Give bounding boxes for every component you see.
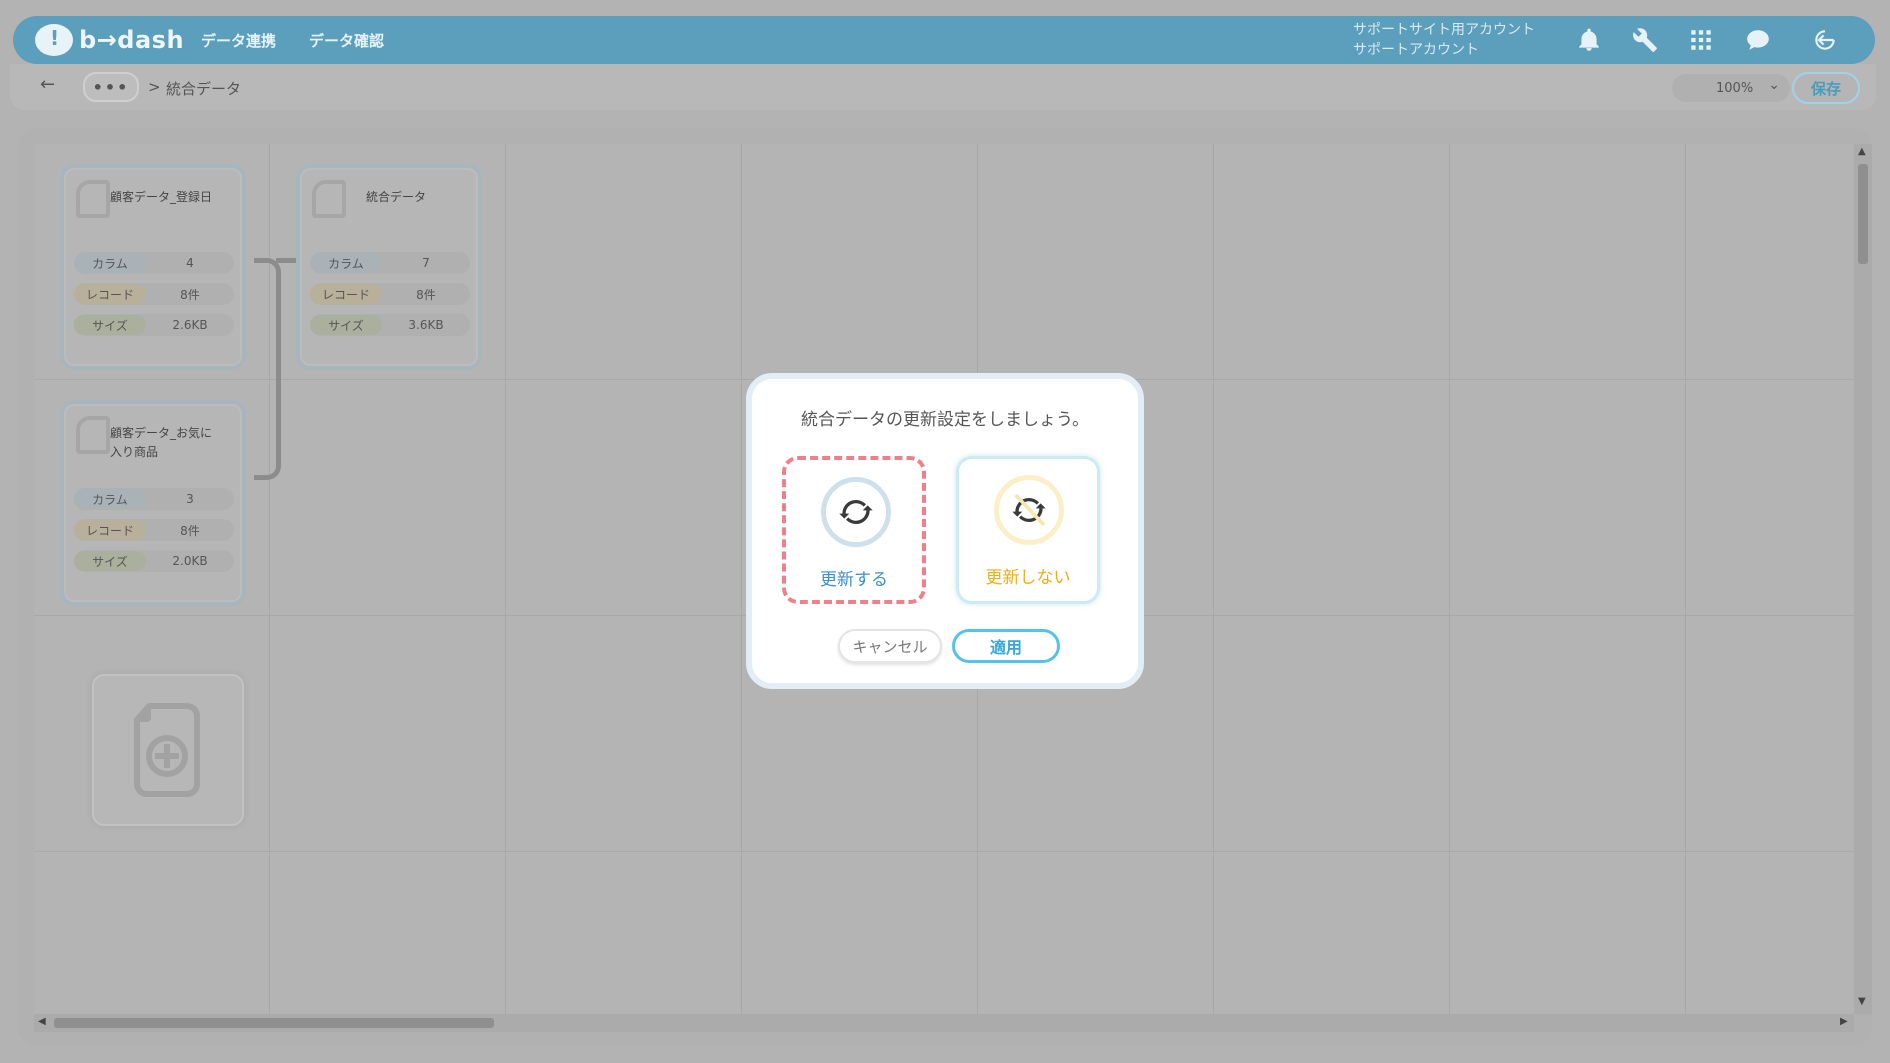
stat-value: 2.6KB: [172, 318, 208, 332]
stat-value: 3: [186, 492, 194, 506]
apply-button[interactable]: 適用: [952, 629, 1060, 663]
logout-icon[interactable]: [1810, 25, 1840, 55]
stat-value: 4: [186, 256, 194, 270]
no-refresh-icon: [994, 475, 1064, 545]
chevron-down-icon: ⌄: [1768, 77, 1780, 93]
stat-label: レコード: [310, 284, 382, 304]
stat-row: レコード 8件: [74, 283, 234, 305]
stat-row: レコード 8件: [74, 519, 234, 541]
scroll-down-arrow-icon[interactable]: ▼: [1858, 996, 1866, 1007]
stat-value: 8件: [180, 287, 200, 302]
data-card[interactable]: 顧客データ_お気に入り商品 カラム 3 レコード 8件 サイズ 2.0KB: [60, 400, 246, 606]
nav-data-link[interactable]: データ連携: [201, 30, 276, 51]
stat-row: レコード 8件: [310, 283, 470, 305]
add-file-icon: [134, 703, 200, 797]
breadcrumb-current: 統合データ: [166, 80, 242, 98]
card-title: 統合データ: [365, 190, 426, 204]
stat-label: カラム: [74, 253, 146, 273]
stat-value: 2.0KB: [172, 554, 208, 568]
stat-row: カラム 7: [310, 252, 470, 274]
stat-value: 3.6KB: [408, 318, 444, 332]
stat-row: サイズ 2.0KB: [74, 550, 234, 572]
scroll-right-arrow-icon[interactable]: ▶: [1840, 1016, 1848, 1027]
stat-value: 8件: [180, 523, 200, 538]
stat-row: カラム 3: [74, 488, 234, 510]
zoom-value: 100%: [1716, 80, 1754, 96]
card-title: 顧客データ_登録日: [110, 190, 213, 204]
option-update-label: 更新する: [820, 570, 888, 590]
option-update[interactable]: 更新する: [782, 456, 926, 604]
chat-icon[interactable]: [1743, 25, 1773, 55]
file-icon: [312, 180, 346, 218]
update-settings-modal: 統合データの更新設定をしましょう。 更新する 更新しない キャンセル 適用: [746, 373, 1144, 689]
stat-label: サイズ: [74, 315, 146, 335]
modal-title: 統合データの更新設定をしましょう。: [801, 410, 1089, 430]
account-name-line1: サポートサイト用アカウント: [1353, 22, 1535, 38]
horizontal-scroll-thumb[interactable]: [54, 1018, 494, 1028]
cancel-button[interactable]: キャンセル: [838, 629, 942, 663]
add-data-button[interactable]: [92, 674, 244, 826]
nav-data-check[interactable]: データ確認: [309, 30, 384, 51]
stat-label: カラム: [74, 489, 146, 509]
stat-row: カラム 4: [74, 252, 234, 274]
stat-row: サイズ 3.6KB: [310, 314, 470, 336]
stat-label: レコード: [74, 520, 146, 540]
account-info[interactable]: サポートサイト用アカウント サポートアカウント: [1353, 20, 1535, 60]
zoom-select[interactable]: 100% ⌄: [1672, 74, 1790, 102]
option-no-update[interactable]: 更新しない: [956, 456, 1100, 604]
vertical-scrollbar[interactable]: ▲ ▼: [1854, 144, 1872, 1014]
stat-label: サイズ: [310, 315, 382, 335]
file-icon: [76, 180, 110, 218]
stat-row: サイズ 2.6KB: [74, 314, 234, 336]
refresh-icon: [821, 477, 891, 547]
vertical-scroll-thumb[interactable]: [1858, 164, 1868, 264]
save-button[interactable]: 保存: [1792, 72, 1860, 104]
scroll-up-arrow-icon[interactable]: ▲: [1858, 146, 1866, 157]
logo-text: b→dash: [79, 26, 185, 54]
back-arrow-icon[interactable]: ←: [40, 74, 55, 95]
file-icon: [76, 416, 110, 454]
connector-line: [276, 258, 296, 263]
app-header: b→dash データ連携 データ確認 サポートサイト用アカウント サポートアカウ…: [13, 16, 1875, 64]
logo-mark-icon: [35, 24, 73, 56]
data-card[interactable]: 統合データ カラム 7 レコード 8件 サイズ 3.6KB: [296, 164, 482, 370]
stat-label: サイズ: [74, 551, 146, 571]
stat-value: 8件: [416, 287, 436, 302]
account-name-line2: サポートアカウント: [1353, 42, 1479, 58]
scroll-left-arrow-icon[interactable]: ◀: [38, 1016, 46, 1027]
bell-icon[interactable]: [1574, 25, 1604, 55]
connector-line: [254, 258, 281, 480]
data-card[interactable]: 顧客データ_登録日 カラム 4 レコード 8件 サイズ 2.6KB: [60, 164, 246, 370]
wrench-icon[interactable]: [1630, 25, 1660, 55]
stat-value: 7: [422, 256, 430, 270]
stat-label: レコード: [74, 284, 146, 304]
toolbar: ← ••• > 統合データ 100% ⌄ 保存: [10, 64, 1876, 110]
bdash-logo[interactable]: b→dash: [35, 22, 184, 58]
breadcrumb-more-button[interactable]: •••: [83, 72, 139, 102]
card-title: 顧客データ_お気に入り商品: [110, 426, 213, 459]
stat-label: カラム: [310, 253, 382, 273]
grid-icon[interactable]: [1686, 25, 1716, 55]
breadcrumb-separator: >: [148, 78, 161, 96]
horizontal-scrollbar[interactable]: ◀ ▶: [34, 1014, 1854, 1032]
option-no-update-label: 更新しない: [985, 568, 1071, 588]
